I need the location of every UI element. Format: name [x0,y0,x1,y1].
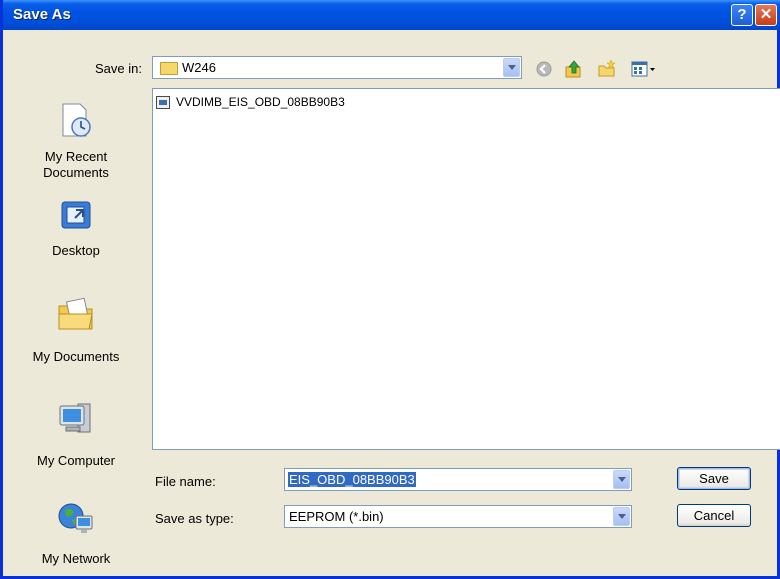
save-as-type-dropdown[interactable]: EEPROM (*.bin) [284,505,632,528]
place-label: My Network [41,551,111,566]
save-as-dialog: Save As ? ✕ Save in: W246 My Recent Docu… [0,0,780,579]
file-list[interactable]: VVDIMB_EIS_OBD_08BB90B3 [152,88,780,450]
chevron-down-icon[interactable] [503,58,520,77]
save-in-label: Save in: [95,61,142,76]
file-name-field[interactable]: EIS_OBD_08BB90B3 [284,468,632,491]
file-name-label: File name: [155,474,216,489]
recent-documents-icon [62,103,91,137]
window-title: Save As [13,6,71,23]
save-as-type-value: EEPROM (*.bin) [289,509,384,524]
place-label: My Documents [32,349,120,364]
my-documents-icon [58,297,93,330]
desktop-icon [61,201,91,229]
place-recent-documents[interactable]: My Recent Documents [6,100,146,181]
file-name: VVDIMB_EIS_OBD_08BB90B3 [176,95,345,109]
place-label: Desktop [52,243,100,258]
file-icon [156,96,170,109]
up-folder-icon[interactable] [564,59,584,79]
place-label: My Computer [36,453,116,468]
cancel-button[interactable]: Cancel [677,504,751,527]
place-label: My Recent Documents [43,149,109,180]
save-in-value: W246 [182,60,216,75]
place-my-computer[interactable]: My Computer [6,400,146,468]
views-menu-icon[interactable] [630,59,656,79]
my-computer-icon [59,403,91,433]
place-my-documents[interactable]: My Documents [6,296,146,364]
save-in-dropdown[interactable]: W246 [152,56,522,79]
places-bar: My Recent Documents Desktop My Documents [6,88,146,576]
folder-icon [160,62,178,75]
chevron-down-icon[interactable] [613,507,630,526]
file-name-value: EIS_OBD_08BB90B3 [288,472,416,487]
close-button[interactable]: ✕ [755,4,777,26]
place-desktop[interactable]: Desktop [6,198,146,258]
title-bar[interactable]: Save As ? ✕ [3,0,780,30]
chevron-down-icon[interactable] [613,470,630,489]
new-folder-icon[interactable] [597,59,617,79]
save-button[interactable]: Save [677,467,751,490]
help-button[interactable]: ? [731,4,753,26]
back-icon[interactable] [534,59,554,79]
place-my-network[interactable]: My Network [6,498,146,566]
save-as-type-label: Save as type: [155,511,234,526]
my-network-icon [58,503,93,533]
